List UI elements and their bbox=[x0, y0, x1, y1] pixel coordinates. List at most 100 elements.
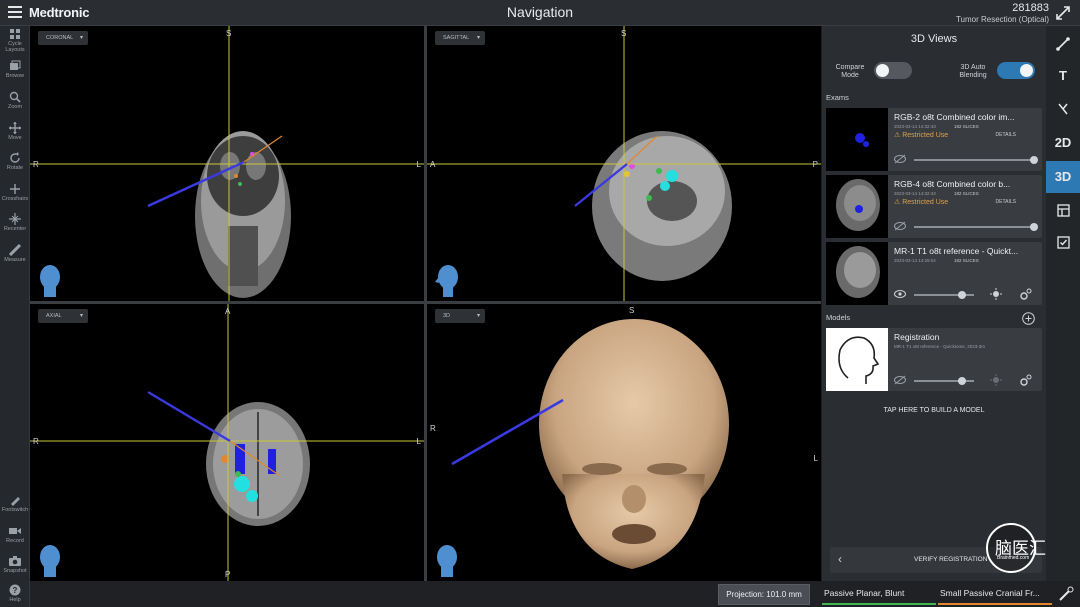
head-orientation-icon bbox=[40, 545, 60, 577]
text-button[interactable]: T bbox=[1046, 60, 1080, 92]
tool-move[interactable]: Move bbox=[0, 122, 30, 141]
tool-footswitch[interactable]: Footswitch bbox=[0, 494, 30, 513]
add-model-icon[interactable] bbox=[1022, 312, 1035, 325]
viewport-selector[interactable]: CORONAL bbox=[38, 31, 88, 45]
projection-readout[interactable]: Projection: 101.0 mm bbox=[718, 584, 810, 605]
warning-text: Restricted Use bbox=[902, 199, 949, 206]
tool-measure[interactable]: Measure bbox=[0, 244, 30, 263]
layout-panel-button[interactable] bbox=[1046, 195, 1080, 227]
exam-thumbnail bbox=[826, 108, 888, 171]
model-title: Registration bbox=[894, 332, 940, 342]
measure-icon bbox=[9, 244, 21, 256]
exam-title: MR-1 T1 o8t reference - Quickt... bbox=[894, 246, 1019, 256]
opacity-slider[interactable] bbox=[914, 377, 974, 385]
tool-label: Footswitch bbox=[1, 507, 29, 513]
3d-viewport[interactable]: 3D R L S bbox=[427, 304, 821, 581]
2d-button[interactable]: 2D bbox=[1046, 127, 1080, 159]
probe-icon[interactable] bbox=[1058, 586, 1074, 602]
viewport-selector[interactable]: 3D bbox=[435, 309, 485, 323]
exam-date: 2023-03-14 14:32:43 bbox=[894, 191, 936, 196]
orientation-right: L bbox=[416, 160, 421, 169]
instrument-1[interactable]: Passive Planar, Blunt bbox=[822, 584, 936, 605]
visibility-off-icon[interactable] bbox=[894, 154, 906, 164]
top-bar: Medtronic Navigation 281883 Tumor Resect… bbox=[0, 0, 1080, 26]
tool-zoom[interactable]: Zoom bbox=[0, 91, 30, 110]
exam-slices: 182 SLICES bbox=[954, 124, 979, 129]
axial-image bbox=[30, 304, 424, 581]
brightness-icon[interactable] bbox=[990, 374, 1002, 386]
slider-handle[interactable] bbox=[1030, 223, 1038, 231]
orientation-right: P bbox=[812, 160, 818, 169]
tool-crosshairs[interactable]: Crosshairs bbox=[0, 183, 30, 202]
instrument-2[interactable]: Small Passive Cranial Fr... bbox=[938, 584, 1052, 605]
slider-handle[interactable] bbox=[958, 377, 966, 385]
trajectory-icon bbox=[1056, 37, 1070, 51]
orientation-left: R bbox=[33, 437, 39, 446]
auto-blending-toggle[interactable] bbox=[997, 62, 1035, 79]
exam-card[interactable]: MR-1 T1 o8t reference - Quickt... 2023-0… bbox=[826, 242, 1042, 305]
details-link[interactable]: DETAILS bbox=[996, 132, 1016, 138]
move-icon bbox=[9, 122, 21, 134]
tool-recenter[interactable]: Recenter bbox=[0, 213, 30, 232]
tool-label: Browse bbox=[5, 73, 25, 79]
tool-tip-icon bbox=[1058, 103, 1068, 115]
viewport-selector[interactable]: AXIAL bbox=[38, 309, 88, 323]
settings-icon[interactable] bbox=[1020, 374, 1032, 386]
exam-slices: 182 SLICES bbox=[954, 191, 979, 196]
tool-cycle-layouts[interactable]: Cycle Layouts bbox=[0, 28, 30, 53]
axial-viewport[interactable]: AXIAL R L A P bbox=[30, 304, 424, 581]
viewport-selector[interactable]: SAGITTAL bbox=[435, 31, 485, 45]
tool-help[interactable]: ? Help bbox=[0, 584, 30, 603]
build-model-link[interactable]: TAP HERE TO BUILD A MODEL bbox=[822, 407, 1046, 414]
text-icon: T bbox=[1059, 68, 1067, 83]
visibility-off-icon[interactable] bbox=[894, 375, 906, 385]
3d-button[interactable]: 3D bbox=[1046, 161, 1080, 193]
compare-mode-toggle[interactable] bbox=[874, 62, 912, 79]
right-sidebar: T 2D 3D bbox=[1046, 26, 1080, 581]
trajectory-button[interactable] bbox=[1046, 28, 1080, 60]
layout-icon bbox=[10, 29, 20, 39]
coronal-viewport[interactable]: CORONAL R L S bbox=[30, 26, 424, 301]
tool-label: Measure bbox=[4, 257, 26, 263]
footswitch-icon bbox=[11, 497, 20, 506]
head-orientation-icon bbox=[437, 545, 457, 577]
orientation-top: S bbox=[621, 29, 627, 38]
2d-label: 2D bbox=[1054, 135, 1072, 150]
slider-handle[interactable] bbox=[958, 291, 966, 299]
slider-handle[interactable] bbox=[1030, 156, 1038, 164]
models-heading: Models bbox=[826, 313, 851, 322]
orientation-right: L bbox=[813, 454, 818, 463]
tool-rotate[interactable]: Rotate bbox=[0, 152, 30, 171]
sagittal-viewport[interactable]: SAGITTAL A P S bbox=[427, 26, 821, 301]
model-thumbnail bbox=[826, 328, 888, 391]
tool-snapshot[interactable]: Snapshot bbox=[0, 555, 30, 574]
tool-tip-button[interactable] bbox=[1046, 93, 1080, 125]
exam-title: RGB-4 o8t Combined color b... bbox=[894, 179, 1011, 189]
settings-icon[interactable] bbox=[1020, 288, 1032, 300]
tool-label: Help bbox=[9, 597, 21, 603]
exam-card[interactable]: RGB-2 o8t Combined color im... 2023-03-1… bbox=[826, 108, 1042, 171]
opacity-slider[interactable] bbox=[914, 223, 1038, 231]
zoom-icon bbox=[9, 91, 21, 103]
fullscreen-icon[interactable] bbox=[1054, 4, 1072, 22]
orientation-left: R bbox=[33, 160, 39, 169]
head-orientation-icon bbox=[40, 265, 60, 297]
orientation-bottom: P bbox=[225, 570, 231, 579]
visibility-off-icon[interactable] bbox=[894, 221, 906, 231]
tool-label: Crosshairs bbox=[1, 196, 29, 202]
tool-browse[interactable]: Browse bbox=[0, 60, 30, 79]
brightness-icon[interactable] bbox=[990, 288, 1002, 300]
chevron-left-icon: ‹ bbox=[838, 552, 842, 566]
tool-record[interactable]: Record bbox=[0, 525, 30, 544]
opacity-slider[interactable] bbox=[914, 156, 1038, 164]
model-card[interactable]: Registration MR-1 T1 o8t reference - Qui… bbox=[826, 328, 1042, 391]
exam-title: RGB-2 o8t Combined color im... bbox=[894, 112, 1015, 122]
exam-card[interactable]: RGB-4 o8t Combined color b... 2023-03-14… bbox=[826, 175, 1042, 238]
visibility-icon[interactable] bbox=[894, 289, 906, 299]
watermark: 脑医汇 Brainmed.com bbox=[985, 522, 1065, 574]
model-subtitle: MR-1 T1 o8t reference - Quicktome, 2023-… bbox=[894, 344, 985, 349]
details-link[interactable]: DETAILS bbox=[996, 199, 1016, 205]
checklist-button[interactable] bbox=[1046, 227, 1080, 259]
exam-thumbnail bbox=[826, 242, 888, 305]
opacity-slider[interactable] bbox=[914, 291, 974, 299]
